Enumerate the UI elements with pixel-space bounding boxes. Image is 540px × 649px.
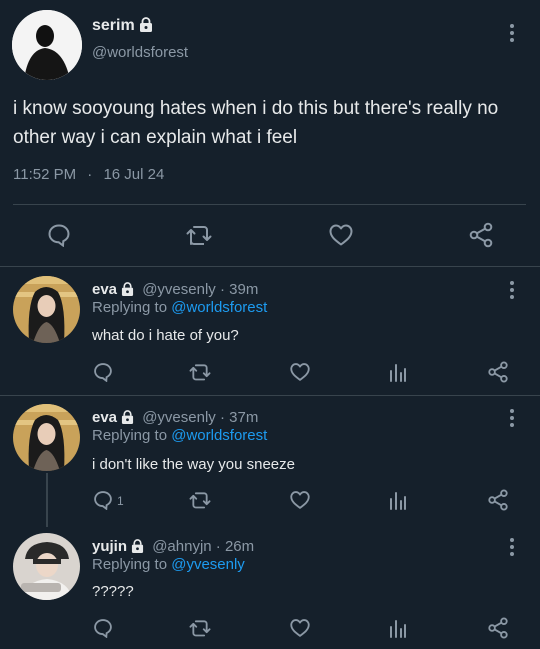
separator: · xyxy=(211,538,225,555)
avatar[interactable] xyxy=(13,404,80,471)
handle[interactable]: @worldsforest xyxy=(92,44,188,61)
tweet-date: 16 Jul 24 xyxy=(103,166,165,183)
share-icon[interactable] xyxy=(487,617,509,639)
handle[interactable]: @ahnyjn xyxy=(152,538,211,555)
reply-count: 1 xyxy=(117,494,124,508)
reply-text: ????? xyxy=(92,583,134,600)
more-icon[interactable] xyxy=(510,24,514,45)
lock-icon xyxy=(131,539,144,557)
replying-to: Replying to @worldsforest xyxy=(92,299,267,316)
share-icon[interactable] xyxy=(487,361,509,383)
display-name[interactable]: eva xyxy=(92,281,117,298)
divider xyxy=(13,204,526,205)
reply-header: eva @yvesenly · 39m xyxy=(92,281,258,300)
analytics-icon[interactable] xyxy=(389,490,407,510)
lock-icon xyxy=(121,282,134,300)
display-name[interactable]: eva xyxy=(92,409,117,426)
like-icon[interactable] xyxy=(328,223,354,247)
reply-text: what do i hate of you? xyxy=(92,327,239,344)
handle[interactable]: @yvesenly xyxy=(142,409,216,426)
display-name[interactable]: yujin xyxy=(92,538,127,555)
avatar[interactable] xyxy=(13,276,80,343)
display-name-text[interactable]: serim xyxy=(92,17,135,34)
more-icon[interactable] xyxy=(510,538,514,559)
timestamp[interactable]: 11:52 PM · 16 Jul 24 xyxy=(13,166,164,183)
tweet-time: 11:52 PM xyxy=(13,166,77,183)
thread-line xyxy=(46,473,48,527)
tweet-text: i know sooyoung hates when i do this but… xyxy=(13,94,528,152)
reply-icon[interactable] xyxy=(93,618,113,638)
reply-age: 39m xyxy=(229,281,259,298)
avatar[interactable] xyxy=(13,533,80,600)
avatar[interactable] xyxy=(12,10,82,80)
reply-age: 37m xyxy=(229,409,259,426)
share-icon[interactable] xyxy=(468,222,494,248)
share-icon[interactable] xyxy=(487,489,509,511)
retweet-icon[interactable] xyxy=(189,490,211,510)
like-icon[interactable] xyxy=(289,490,311,510)
lock-icon xyxy=(139,17,153,37)
reply-text: i don't like the way you sneeze xyxy=(92,456,295,473)
tweet-text-line: i know sooyoung hates when i do this but… xyxy=(13,98,499,119)
reply-age: 26m xyxy=(224,538,255,555)
retweet-icon[interactable] xyxy=(186,223,212,247)
analytics-icon[interactable] xyxy=(389,618,407,638)
replying-to: Replying to @yvesenly xyxy=(92,556,245,573)
reply-icon[interactable] xyxy=(93,490,113,510)
replying-label: Replying to xyxy=(92,556,172,573)
reply-icon[interactable] xyxy=(47,223,71,247)
like-icon[interactable] xyxy=(289,362,311,382)
replying-to-link[interactable]: @worldsforest xyxy=(171,427,267,444)
replying-label: Replying to xyxy=(92,299,172,316)
reply-header: eva @yvesenly · 37m xyxy=(92,409,258,428)
more-icon[interactable] xyxy=(510,281,514,302)
lock-icon xyxy=(121,410,134,428)
handle[interactable]: @yvesenly xyxy=(142,281,216,298)
display-name[interactable]: serim xyxy=(92,17,153,37)
like-icon[interactable] xyxy=(289,618,311,638)
analytics-icon[interactable] xyxy=(389,362,407,382)
more-icon[interactable] xyxy=(510,409,514,430)
divider xyxy=(0,266,540,267)
reply-header: yujin @ahnyjn · 26m xyxy=(92,538,254,557)
separator: · xyxy=(215,281,230,298)
separator: · xyxy=(87,166,93,183)
retweet-icon[interactable] xyxy=(189,618,211,638)
separator: · xyxy=(215,409,230,426)
tweet-text-line: other way i can explain what i feel xyxy=(13,127,298,148)
replying-to: Replying to @worldsforest xyxy=(92,427,267,444)
reply-icon[interactable] xyxy=(93,362,113,382)
retweet-icon[interactable] xyxy=(189,362,211,382)
replying-to-link[interactable]: @worldsforest xyxy=(171,299,267,316)
divider xyxy=(0,395,540,396)
replying-to-link[interactable]: @yvesenly xyxy=(171,556,245,573)
replying-label: Replying to xyxy=(92,427,172,444)
